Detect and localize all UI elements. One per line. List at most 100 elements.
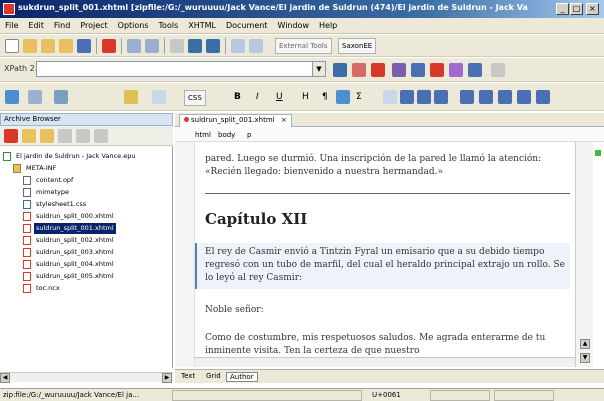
- scroll-up-icon[interactable]: ▲: [580, 339, 590, 349]
- paragraph-button[interactable]: ¶: [322, 92, 328, 102]
- run-xpath-icon[interactable]: [333, 63, 347, 77]
- more-icon[interactable]: [491, 63, 505, 77]
- paragraph-2[interactable]: El rey de Casmir envió a Tintzin Fyral u…: [205, 246, 570, 285]
- breadcrumb-body[interactable]: body: [218, 131, 235, 139]
- archive-browser-toolbar: [0, 126, 173, 146]
- menu-document[interactable]: Document: [221, 18, 272, 33]
- editor-vertical-scrollbar[interactable]: ▲ ▼: [575, 142, 593, 367]
- scroll-right-icon[interactable]: ▶: [162, 373, 172, 383]
- print-icon[interactable]: [102, 39, 116, 53]
- configure-transform-icon[interactable]: [449, 63, 463, 77]
- find-replace-icon[interactable]: [145, 39, 159, 53]
- css-dropdown[interactable]: CSS: [184, 90, 206, 106]
- editor-horizontal-scrollbar[interactable]: [195, 357, 575, 367]
- forward-icon[interactable]: [206, 39, 220, 53]
- menu-window[interactable]: Window: [272, 18, 314, 33]
- split-cell-icon[interactable]: [536, 90, 550, 104]
- xhtml-file-icon: [23, 260, 31, 269]
- mode-tab-grid[interactable]: Grid: [203, 372, 224, 380]
- archive-add-icon[interactable]: [40, 129, 54, 143]
- maximize-button[interactable]: □: [570, 3, 583, 15]
- check-icon[interactable]: [371, 63, 385, 77]
- scroll-left-icon[interactable]: ◀: [0, 373, 10, 383]
- menu-xhtml[interactable]: XHTML: [183, 18, 221, 33]
- save-icon[interactable]: [77, 39, 91, 53]
- debug-icon[interactable]: [468, 63, 482, 77]
- underline-button[interactable]: U: [276, 92, 283, 102]
- toolbar-separator: [164, 38, 165, 54]
- menu-find[interactable]: Find: [49, 18, 75, 33]
- menu-file[interactable]: File: [0, 18, 23, 33]
- app-icon: [3, 3, 15, 15]
- numbered-list-icon[interactable]: [417, 90, 431, 104]
- cut-icon[interactable]: [170, 39, 184, 53]
- image-icon[interactable]: [336, 90, 350, 104]
- paragraph-4[interactable]: Como de costumbre, mis respetuosos salud…: [205, 332, 570, 358]
- validation-scenario-icon[interactable]: [411, 63, 425, 77]
- tag-icon[interactable]: [5, 90, 19, 104]
- italic-button[interactable]: I: [256, 92, 259, 102]
- indent-icon[interactable]: [28, 90, 42, 104]
- configure-icon[interactable]: [392, 63, 406, 77]
- tab-close-icon[interactable]: ×: [281, 116, 287, 124]
- file-icon: [23, 176, 31, 185]
- new-file-icon[interactable]: [5, 39, 19, 53]
- xpath-input[interactable]: [36, 61, 326, 77]
- archive-folder-icon[interactable]: [22, 129, 36, 143]
- minimize-button[interactable]: _: [556, 3, 569, 15]
- bold-button[interactable]: B: [234, 92, 241, 102]
- menu-edit[interactable]: Edit: [23, 18, 49, 33]
- transform-scenario-dropdown[interactable]: SaxonEE: [338, 38, 377, 54]
- breadcrumb-p[interactable]: p: [247, 131, 251, 139]
- archive-browser-header: Archive Browser: [0, 113, 173, 126]
- insert-row-icon[interactable]: [479, 90, 493, 104]
- archive-horizontal-scrollbar[interactable]: ◀ ▶: [0, 372, 173, 383]
- menu-tools[interactable]: Tools: [154, 18, 184, 33]
- apply-transform-icon[interactable]: [430, 63, 444, 77]
- highlight-icon[interactable]: [124, 90, 138, 104]
- table-icon[interactable]: [460, 90, 474, 104]
- status-path: zip:file:/G:/_wuruuuu/Jack Vance/El ja..…: [3, 391, 140, 399]
- open-url-icon[interactable]: [41, 39, 55, 53]
- ncx-file-icon: [23, 284, 31, 293]
- menu-project[interactable]: Project: [75, 18, 112, 33]
- scroll-down-icon[interactable]: ▼: [580, 353, 590, 363]
- layout-icon[interactable]: [231, 39, 245, 53]
- external-tools-dropdown[interactable]: External Tools: [275, 38, 332, 54]
- paragraph-1[interactable]: pared. Luego se durmió. Una inscripción …: [205, 153, 570, 179]
- format-icon[interactable]: [152, 90, 166, 104]
- author-editor[interactable]: pared. Luego se durmió. Una inscripción …: [195, 142, 575, 367]
- tab-label: suldrun_split_001.xhtml: [191, 116, 275, 124]
- find-icon[interactable]: [127, 39, 141, 53]
- insert-column-icon[interactable]: [498, 90, 512, 104]
- archive-open-icon[interactable]: [4, 129, 18, 143]
- heading-button[interactable]: H: [302, 92, 309, 102]
- xhtml-file-icon: [23, 236, 31, 245]
- close-button[interactable]: ×: [586, 3, 599, 15]
- menu-options[interactable]: Options: [113, 18, 154, 33]
- open-folder-icon[interactable]: [23, 39, 37, 53]
- back-icon[interactable]: [188, 39, 202, 53]
- xpath-toolbar: XPath 2.0 ▼: [0, 58, 604, 82]
- mode-tab-text[interactable]: Text: [178, 372, 198, 380]
- archive-copy-icon[interactable]: [58, 129, 72, 143]
- menu-help[interactable]: Help: [314, 18, 342, 33]
- join-cells-icon[interactable]: [517, 90, 531, 104]
- archive-refresh-icon[interactable]: [76, 129, 90, 143]
- mode-tab-author[interactable]: Author: [226, 372, 258, 382]
- chevron-down-icon[interactable]: ▼: [312, 62, 325, 76]
- list-icon[interactable]: [54, 90, 68, 104]
- chapter-heading[interactable]: Capítulo XII: [205, 210, 307, 228]
- ordered-list-icon[interactable]: [383, 90, 397, 104]
- archive-delete-icon[interactable]: [94, 129, 108, 143]
- tab-suldrun-split-001[interactable]: suldrun_split_001.xhtml ×: [179, 114, 292, 127]
- symbol-button[interactable]: Σ: [356, 92, 362, 102]
- breadcrumb: html body p: [175, 128, 604, 142]
- breadcrumb-html[interactable]: html: [195, 131, 211, 139]
- paragraph-3[interactable]: Noble señor:: [205, 304, 570, 317]
- definition-list-icon[interactable]: [434, 90, 448, 104]
- bullet-list-icon[interactable]: [400, 90, 414, 104]
- validate-icon[interactable]: [352, 63, 366, 77]
- layout-alt-icon[interactable]: [249, 39, 263, 53]
- open-project-icon[interactable]: [59, 39, 73, 53]
